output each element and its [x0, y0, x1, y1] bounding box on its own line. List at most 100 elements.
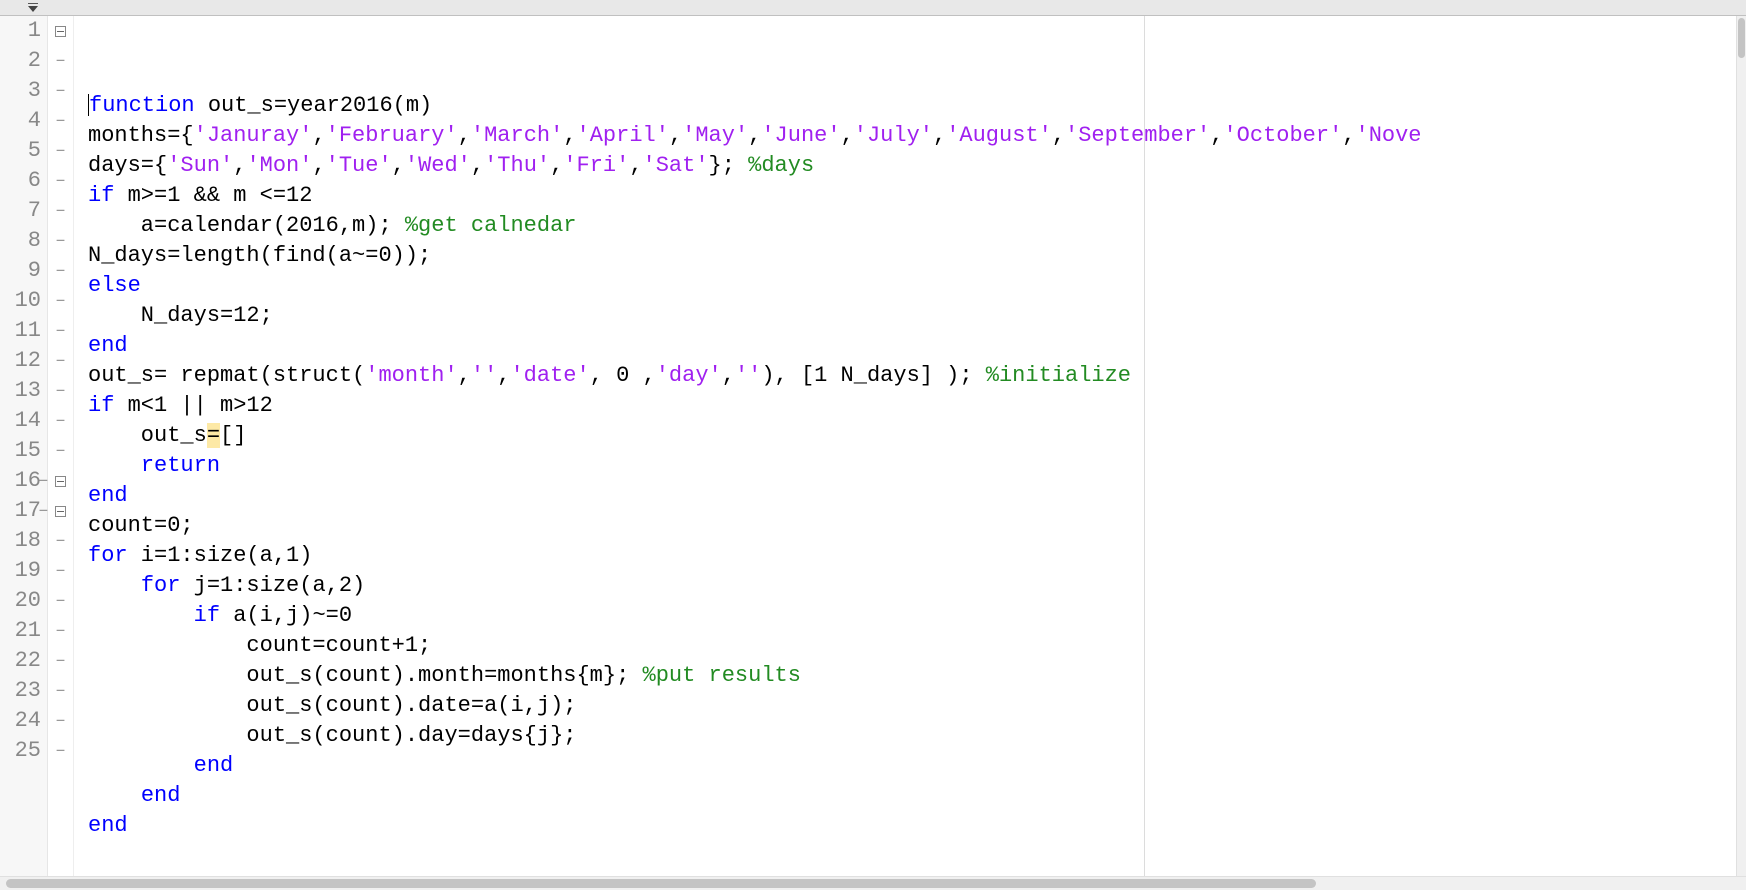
code-line[interactable]: out_s(count).day=days{j}; [88, 721, 1736, 751]
line-number: 22 [0, 646, 41, 676]
code-line[interactable]: for i=1:size(a,1) [88, 541, 1736, 571]
top-tab-strip [0, 0, 1746, 16]
line-number: 13 [0, 376, 41, 406]
code-line[interactable]: out_s=[] [88, 421, 1736, 451]
code-line[interactable]: end [88, 331, 1736, 361]
line-number: 1 [0, 16, 41, 46]
code-line[interactable]: a=calendar(2016,m); %get calnedar [88, 211, 1736, 241]
line-number: 23 [0, 676, 41, 706]
code-line[interactable]: months={'Januray','February','March','Ap… [88, 121, 1736, 151]
fold-toggle-icon[interactable] [55, 506, 66, 517]
breakpoint-dash[interactable]: – [55, 376, 66, 406]
fold-row: – [48, 586, 73, 616]
breakpoint-dash[interactable]: – [55, 256, 66, 286]
fold-row: – [48, 136, 73, 166]
fold-row: – [48, 676, 73, 706]
breakpoint-dash[interactable]: – [55, 46, 66, 76]
line-number: 6 [0, 166, 41, 196]
vertical-scrollbar[interactable] [1736, 16, 1746, 876]
code-line[interactable]: end [88, 781, 1736, 811]
code-line[interactable]: function out_s=year2016(m) [88, 91, 1736, 121]
code-line[interactable]: end [88, 481, 1736, 511]
code-line[interactable]: else [88, 271, 1736, 301]
code-line[interactable]: N_days=length(find(a~=0)); [88, 241, 1736, 271]
fold-row: – [48, 466, 73, 496]
fold-row: – [48, 376, 73, 406]
code-line[interactable]: out_s(count).date=a(i,j); [88, 691, 1736, 721]
line-number: 10 [0, 286, 41, 316]
fold-row: – [48, 346, 73, 376]
line-number: 24 [0, 706, 41, 736]
breakpoint-dash[interactable]: – [55, 616, 66, 646]
breakpoint-dash[interactable]: – [55, 226, 66, 256]
breakpoint-dash[interactable]: – [55, 196, 66, 226]
editor-area: 1234567891011121314151617181920212223242… [0, 16, 1746, 876]
code-line[interactable]: end [88, 811, 1736, 841]
code-line[interactable]: if a(i,j)~=0 [88, 601, 1736, 631]
breakpoint-dash[interactable]: – [55, 166, 66, 196]
fold-row: – [48, 46, 73, 76]
code-line[interactable]: out_s(count).month=months{m}; %put resul… [88, 661, 1736, 691]
line-number: 25 [0, 736, 41, 766]
code-line[interactable]: return [88, 451, 1736, 481]
breakpoint-dash[interactable]: – [55, 526, 66, 556]
line-number: 8 [0, 226, 41, 256]
code-line[interactable]: days={'Sun','Mon','Tue','Wed','Thu','Fri… [88, 151, 1736, 181]
line-number: 7 [0, 196, 41, 226]
fold-row: – [48, 106, 73, 136]
line-number: 20 [0, 586, 41, 616]
breakpoint-dash[interactable]: – [38, 466, 49, 496]
fold-toggle-icon[interactable] [55, 26, 66, 37]
fold-toggle-icon[interactable] [55, 476, 66, 487]
line-number: 9 [0, 256, 41, 286]
line-number: 14 [0, 406, 41, 436]
code-line[interactable]: if m>=1 && m <=12 [88, 181, 1736, 211]
code-line[interactable]: count=count+1; [88, 631, 1736, 661]
code-line[interactable]: for j=1:size(a,2) [88, 571, 1736, 601]
breakpoint-dash[interactable]: – [55, 706, 66, 736]
fold-row: – [48, 616, 73, 646]
breakpoint-dash[interactable]: – [55, 76, 66, 106]
fold-row: – [48, 646, 73, 676]
breakpoint-dash[interactable]: – [38, 496, 49, 526]
file-dropdown-icon[interactable] [28, 3, 38, 12]
fold-row [48, 16, 73, 46]
code-line[interactable]: out_s= repmat(struct('month','','date', … [88, 361, 1736, 391]
line-number: 15 [0, 436, 41, 466]
breakpoint-dash[interactable]: – [55, 736, 66, 766]
breakpoint-dash[interactable]: – [55, 586, 66, 616]
fold-row: – [48, 556, 73, 586]
breakpoint-dash[interactable]: – [55, 676, 66, 706]
fold-row: – [48, 436, 73, 466]
code-line[interactable]: N_days=12; [88, 301, 1736, 331]
line-number: 21 [0, 616, 41, 646]
horizontal-scroll-thumb[interactable] [6, 879, 1316, 888]
line-number-gutter: 1234567891011121314151617181920212223242… [0, 16, 48, 876]
breakpoint-dash[interactable]: – [55, 316, 66, 346]
line-number: 18 [0, 526, 41, 556]
fold-row: – [48, 316, 73, 346]
fold-row: – [48, 256, 73, 286]
line-number: 17 [0, 496, 41, 526]
breakpoint-dash[interactable]: – [55, 436, 66, 466]
breakpoint-dash[interactable]: – [55, 406, 66, 436]
code-line[interactable]: count=0; [88, 511, 1736, 541]
breakpoint-dash[interactable]: – [55, 136, 66, 166]
fold-row: – [48, 706, 73, 736]
fold-row: – [48, 496, 73, 526]
line-number: 2 [0, 46, 41, 76]
code-area[interactable]: function out_s=year2016(m)months={'Janur… [74, 16, 1736, 876]
horizontal-scrollbar[interactable] [0, 876, 1746, 890]
breakpoint-dash[interactable]: – [55, 346, 66, 376]
vertical-scroll-thumb[interactable] [1738, 18, 1745, 58]
breakpoint-dash[interactable]: – [55, 106, 66, 136]
breakpoint-dash[interactable]: – [55, 646, 66, 676]
fold-row: – [48, 76, 73, 106]
breakpoint-dash[interactable]: – [55, 286, 66, 316]
fold-row: – [48, 526, 73, 556]
code-line[interactable]: if m<1 || m>12 [88, 391, 1736, 421]
breakpoint-dash[interactable]: – [55, 556, 66, 586]
code-line[interactable]: end [88, 751, 1736, 781]
line-number: 5 [0, 136, 41, 166]
fold-gutter: –––––––––––––––––––––––– [48, 16, 74, 876]
